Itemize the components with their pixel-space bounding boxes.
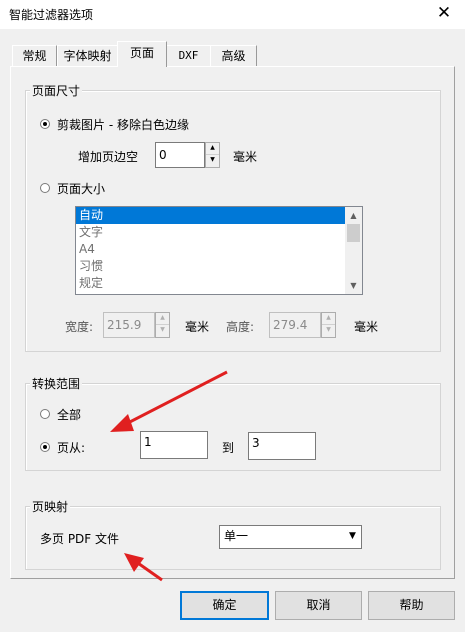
width-label: 宽度: bbox=[65, 320, 94, 334]
all-pages-radio[interactable] bbox=[40, 409, 50, 419]
list-item[interactable]: 文字 bbox=[76, 224, 362, 241]
margin-spinner[interactable]: ▲ ▼ bbox=[205, 142, 220, 168]
window-title: 智能过滤器选项 bbox=[9, 8, 94, 22]
ok-button[interactable]: 确定 bbox=[180, 591, 269, 620]
tab-font-mapping-label: 字体映射 bbox=[63, 49, 112, 63]
margin-unit: 毫米 bbox=[233, 150, 258, 164]
width-spinner[interactable]: ▲ ▼ bbox=[155, 312, 170, 338]
width-input[interactable]: 215.9 bbox=[103, 312, 155, 338]
range-group-label: 转换范围 bbox=[30, 375, 83, 392]
spin-up-icon[interactable]: ▲ bbox=[206, 143, 219, 155]
range-group bbox=[25, 383, 441, 471]
page-size-radio[interactable] bbox=[40, 183, 50, 193]
mapping-group-label: 页映射 bbox=[30, 498, 71, 515]
spin-down-icon[interactable]: ▼ bbox=[322, 325, 335, 337]
scroll-up-icon[interactable]: ▲ bbox=[345, 207, 362, 224]
page-size-listbox[interactable]: 自动 文字 A4 习惯 规定 ▲ ▼ bbox=[75, 206, 363, 295]
tab-dxf[interactable]: DXF bbox=[166, 45, 211, 66]
to-label: 到 bbox=[222, 441, 235, 455]
help-button[interactable]: 帮助 bbox=[368, 591, 455, 620]
chevron-down-icon[interactable]: ▼ bbox=[344, 526, 361, 548]
cancel-button[interactable]: 取消 bbox=[275, 591, 362, 620]
listbox-scrollbar[interactable]: ▲ ▼ bbox=[345, 207, 362, 294]
crop-radio-label: 剪裁图片 - 移除白色边缘 bbox=[57, 118, 189, 132]
tab-general-label: 常规 bbox=[22, 49, 47, 63]
multipage-select[interactable]: 单一 ▼ bbox=[219, 525, 362, 549]
multipage-label: 多页 PDF 文件 bbox=[40, 532, 120, 546]
page-range-label: 页从: bbox=[57, 441, 86, 455]
page-size-radio-label: 页面大小 bbox=[57, 182, 106, 196]
close-icon: ✕ bbox=[436, 3, 452, 23]
tab-dxf-label: DXF bbox=[178, 49, 199, 62]
spin-up-icon[interactable]: ▲ bbox=[322, 313, 335, 325]
tab-advanced[interactable]: 高级 bbox=[210, 45, 257, 66]
crop-radio[interactable] bbox=[40, 119, 50, 129]
margin-input[interactable]: 0 bbox=[155, 142, 205, 168]
tab-general[interactable]: 常规 bbox=[12, 45, 57, 66]
height-unit: 毫米 bbox=[354, 320, 379, 334]
close-button[interactable]: ✕ bbox=[432, 2, 456, 24]
height-label: 高度: bbox=[226, 320, 255, 334]
height-spinner[interactable]: ▲ ▼ bbox=[321, 312, 336, 338]
list-item[interactable]: 习惯 bbox=[76, 258, 362, 275]
tab-font-mapping[interactable]: 字体映射 bbox=[57, 45, 118, 66]
list-item[interactable]: A4 bbox=[76, 241, 362, 258]
width-unit: 毫米 bbox=[185, 320, 210, 334]
all-pages-label: 全部 bbox=[57, 408, 82, 422]
scroll-down-icon[interactable]: ▼ bbox=[345, 277, 362, 294]
list-item[interactable]: 自动 bbox=[76, 207, 362, 224]
spin-down-icon[interactable]: ▼ bbox=[156, 325, 169, 337]
list-item[interactable]: 规定 bbox=[76, 275, 362, 292]
from-page-input[interactable]: 1 bbox=[140, 431, 208, 459]
height-input[interactable]: 279.4 bbox=[269, 312, 321, 338]
spin-down-icon[interactable]: ▼ bbox=[206, 155, 219, 167]
scrollbar-thumb[interactable] bbox=[347, 224, 360, 242]
margin-label: 增加页边空 bbox=[78, 150, 139, 164]
tab-advanced-label: 高级 bbox=[221, 49, 246, 63]
spin-up-icon[interactable]: ▲ bbox=[156, 313, 169, 325]
page-range-radio[interactable] bbox=[40, 442, 50, 452]
multipage-select-value: 单一 bbox=[224, 529, 249, 543]
tab-page-label: 页面 bbox=[129, 46, 154, 60]
to-page-input[interactable]: 3 bbox=[248, 432, 316, 460]
page-size-group-label: 页面尺寸 bbox=[30, 82, 83, 99]
tab-page[interactable]: 页面 bbox=[117, 41, 167, 67]
